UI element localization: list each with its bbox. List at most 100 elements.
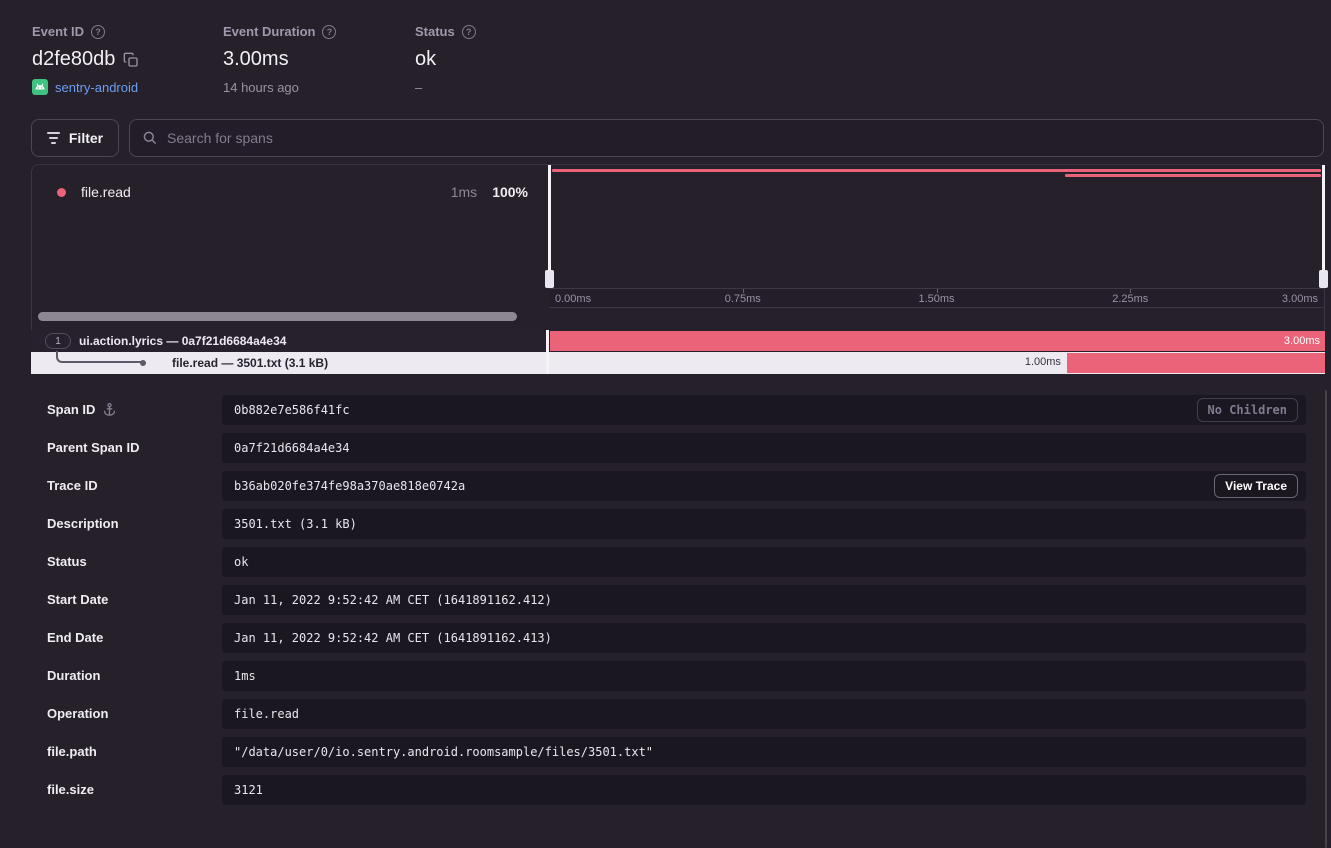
detail-value-box[interactable]: 3121 (222, 775, 1306, 805)
viewport-handle-left[interactable] (548, 165, 551, 288)
viewport-grip[interactable] (1319, 270, 1328, 288)
span-bar-track: 3.00ms (550, 330, 1325, 352)
status-sub: – (415, 80, 476, 95)
detail-value-box[interactable]: b36ab020fe374fe98a370ae818e0742a View Tr… (222, 471, 1306, 501)
span-duration-bar[interactable]: 3.00ms (550, 331, 1325, 351)
detail-label: Operation (47, 706, 108, 721)
detail-value: ok (234, 555, 248, 569)
event-id-label-row: Event ID (32, 24, 139, 39)
detail-value: 3501.txt (3.1 kB) (234, 517, 357, 531)
detail-label: file.size (47, 782, 94, 797)
detail-row-duration: Duration 1ms (0, 661, 1331, 691)
span-row-title: file.read — 3501.txt (3.1 kB) (172, 356, 328, 370)
minimap-timeline[interactable]: 0.00ms 0.75ms 1.50ms 2.25ms 3.00ms (549, 165, 1324, 330)
android-platform-icon (32, 79, 48, 95)
detail-row-start-date: Start Date Jan 11, 2022 9:52:42 AM CET (… (0, 585, 1331, 615)
detail-row-trace-id: Trace ID b36ab020fe374fe98a370ae818e0742… (0, 471, 1331, 501)
event-duration-ago: 14 hours ago (223, 80, 336, 95)
detail-label: file.path (47, 744, 97, 759)
detail-label: Duration (47, 668, 100, 683)
detail-label: Description (47, 516, 119, 531)
event-id-label: Event ID (32, 24, 84, 39)
detail-label: Status (47, 554, 87, 569)
vertical-scrollbar[interactable] (1325, 390, 1327, 848)
detail-label: Start Date (47, 592, 108, 607)
axis-tick-label: 3.00ms (1282, 293, 1318, 305)
detail-label: Span ID (47, 402, 95, 417)
operations-breakdown-pane: file.read 1ms 100% (32, 165, 549, 330)
axis-tick-label: 2.25ms (1112, 293, 1148, 305)
help-icon[interactable] (322, 25, 336, 39)
detail-row-description: Description 3501.txt (3.1 kB) (0, 509, 1331, 539)
detail-value-box[interactable]: 1ms (222, 661, 1306, 691)
filter-button[interactable]: Filter (31, 119, 119, 157)
status-column: Status ok – (415, 24, 476, 95)
panel-splitter[interactable] (546, 330, 549, 374)
event-duration-column: Event Duration 3.00ms 14 hours ago (223, 24, 336, 95)
axis-tick-label: 1.50ms (918, 293, 954, 305)
tree-connector (56, 351, 142, 363)
detail-value: b36ab020fe374fe98a370ae818e0742a (234, 479, 465, 493)
detail-value: 0b882e7e586f41fc (234, 403, 350, 417)
span-duration-bar[interactable] (1067, 353, 1325, 373)
detail-label: Parent Span ID (47, 440, 139, 455)
detail-value-box[interactable]: 0a7f21d6684a4e34 (222, 433, 1306, 463)
help-icon[interactable] (462, 25, 476, 39)
detail-label: End Date (47, 630, 103, 645)
viewport-handle-right[interactable] (1322, 165, 1325, 288)
event-duration-value: 3.00ms (223, 48, 289, 71)
detail-value: "/data/user/0/io.sentry.android.roomsamp… (234, 745, 653, 759)
filter-icon (47, 132, 60, 144)
detail-row-status: Status ok (0, 547, 1331, 577)
viewport-grip[interactable] (545, 270, 554, 288)
detail-row-end-date: End Date Jan 11, 2022 9:52:42 AM CET (16… (0, 623, 1331, 653)
detail-row-file-path: file.path "/data/user/0/io.sentry.androi… (0, 737, 1331, 767)
axis-tick-label: 0.75ms (725, 293, 761, 305)
view-trace-button[interactable]: View Trace (1214, 474, 1298, 498)
detail-value: 3121 (234, 783, 263, 797)
operation-percentage: 100% (492, 184, 528, 200)
detail-row-span-id: Span ID 0b882e7e586f41fc No Children (0, 395, 1331, 425)
anchor-icon[interactable] (102, 402, 117, 417)
tree-connector-dot (140, 360, 146, 366)
event-duration-label: Event Duration (223, 24, 315, 39)
detail-row-operation: Operation file.read (0, 699, 1331, 729)
trace-minimap-panel: file.read 1ms 100% 0.00ms 0.75ms 1.50ms … (31, 164, 1325, 330)
detail-label: Trace ID (47, 478, 98, 493)
event-id-value: d2fe80db (32, 48, 115, 71)
detail-value-box[interactable]: 0b882e7e586f41fc No Children (222, 395, 1306, 425)
detail-value: 0a7f21d6684a4e34 (234, 441, 350, 455)
minimap-span-line (552, 169, 1321, 172)
operation-name: file.read (81, 184, 436, 200)
operation-duration: 1ms (451, 184, 477, 200)
span-duration-label: 1.00ms (1025, 356, 1061, 368)
project-link[interactable]: sentry-android (55, 80, 138, 95)
minimap-span-lines (552, 165, 1321, 288)
span-bar-track: 1.00ms (550, 352, 1325, 374)
detail-value-box[interactable]: ok (222, 547, 1306, 577)
detail-value: Jan 11, 2022 9:52:42 AM CET (1641891162.… (234, 593, 552, 607)
span-search-container (129, 119, 1324, 157)
detail-row-parent-span-id: Parent Span ID 0a7f21d6684a4e34 (0, 433, 1331, 463)
operation-item-file-read[interactable]: file.read 1ms 100% (32, 184, 549, 200)
detail-value-box[interactable]: Jan 11, 2022 9:52:42 AM CET (1641891162.… (222, 585, 1306, 615)
span-duration-label: 3.00ms (1284, 335, 1320, 347)
status-label: Status (415, 24, 455, 39)
event-id-column: Event ID d2fe80db sentry-android (32, 24, 139, 95)
copy-icon[interactable] (123, 52, 139, 68)
search-input[interactable] (167, 130, 1311, 146)
time-axis: 0.00ms 0.75ms 1.50ms 2.25ms 3.00ms (549, 288, 1324, 308)
detail-value-box[interactable]: Jan 11, 2022 9:52:42 AM CET (1641891162.… (222, 623, 1306, 653)
span-row-transaction[interactable]: 1 ui.action.lyrics — 0a7f21d6684a4e34 3.… (31, 330, 1325, 352)
detail-value-box[interactable]: 3501.txt (3.1 kB) (222, 509, 1306, 539)
help-icon[interactable] (91, 25, 105, 39)
detail-row-file-size: file.size 3121 (0, 775, 1331, 805)
detail-value: 1ms (234, 669, 256, 683)
minimap-span-line (1065, 174, 1321, 177)
detail-value-box[interactable]: "/data/user/0/io.sentry.android.roomsamp… (222, 737, 1306, 767)
children-count-badge[interactable]: 1 (45, 333, 71, 349)
span-row-selected[interactable]: file.read — 3501.txt (3.1 kB) 1.00ms (31, 352, 1325, 374)
horizontal-scrollbar[interactable] (38, 312, 517, 321)
axis-tick-label: 0.00ms (555, 293, 591, 305)
detail-value-box[interactable]: file.read (222, 699, 1306, 729)
